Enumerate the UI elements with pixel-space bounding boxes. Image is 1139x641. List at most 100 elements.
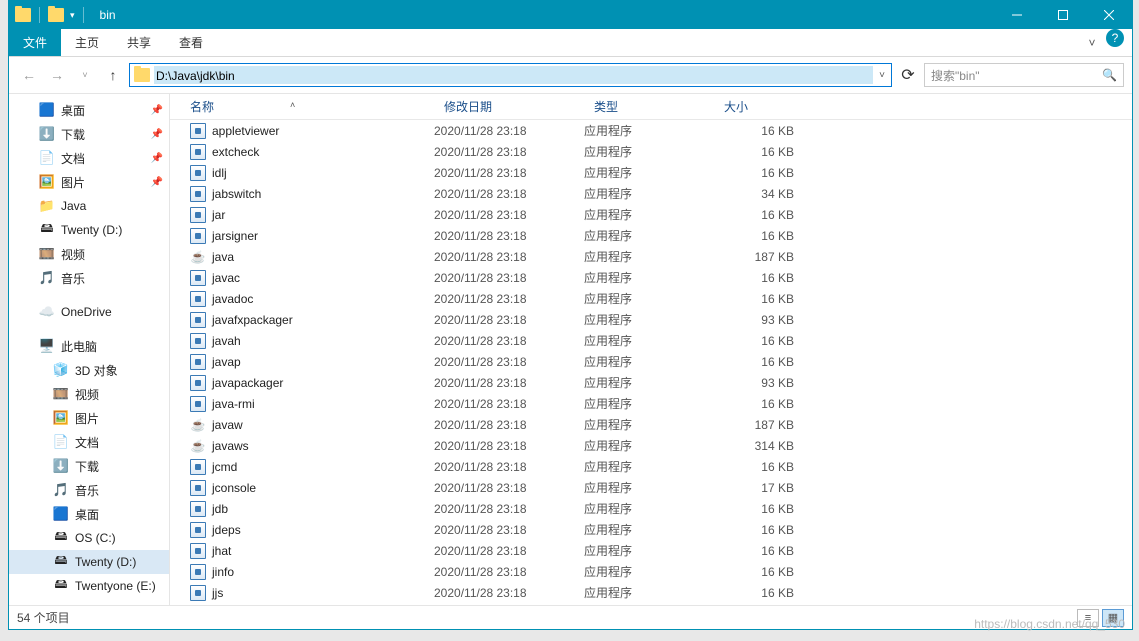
sidebar-item-downloads2[interactable]: ⬇️下载 — [9, 454, 169, 478]
table-row[interactable]: appletviewer2020/11/28 23:18应用程序16 KB — [170, 120, 1132, 141]
file-size: 16 KB — [714, 523, 804, 537]
address-bar[interactable]: D:\Java\jdk\bin ˅ — [129, 63, 892, 87]
file-type: 应用程序 — [584, 311, 714, 328]
col-name[interactable]: 名称˄ — [170, 98, 434, 115]
sidebar-item-documents[interactable]: 📄文档📌 — [9, 146, 169, 170]
navigation-pane[interactable]: 🟦桌面📌⬇️下载📌📄文档📌🖼️图片📌📁Java🖴Twenty (D:)🎞️视频🎵… — [9, 94, 169, 605]
back-button[interactable]: ← — [17, 63, 41, 87]
status-bar: 54 个项目 ≡ ▦ — [9, 605, 1132, 629]
sidebar-item-music2[interactable]: 🎵音乐 — [9, 478, 169, 502]
sidebar-item-twenty-d[interactable]: 🖴Twenty (D:) — [9, 218, 169, 242]
recent-dropdown-icon[interactable]: ˅ — [73, 63, 97, 87]
address-path[interactable]: D:\Java\jdk\bin — [154, 66, 873, 84]
table-row[interactable]: jdeps2020/11/28 23:18应用程序16 KB — [170, 519, 1132, 540]
table-row[interactable]: javapackager2020/11/28 23:18应用程序93 KB — [170, 372, 1132, 393]
col-size[interactable]: 大小 — [714, 98, 804, 115]
sidebar-item-desktop[interactable]: 🟦桌面📌 — [9, 98, 169, 122]
file-size: 34 KB — [714, 187, 804, 201]
sidebar-item-3d[interactable]: 🧊3D 对象 — [9, 358, 169, 382]
table-row[interactable]: javaws2020/11/28 23:18应用程序314 KB — [170, 435, 1132, 456]
table-row[interactable]: javah2020/11/28 23:18应用程序16 KB — [170, 330, 1132, 351]
table-row[interactable]: jconsole2020/11/28 23:18应用程序17 KB — [170, 477, 1132, 498]
col-date[interactable]: 修改日期 — [434, 98, 584, 115]
file-date: 2020/11/28 23:18 — [434, 271, 584, 285]
tab-file[interactable]: 文件 — [9, 29, 61, 56]
sidebar-item-downloads[interactable]: ⬇️下载📌 — [9, 122, 169, 146]
address-dropdown-icon[interactable]: ˅ — [873, 70, 891, 81]
file-size: 314 KB — [714, 439, 804, 453]
maximize-button[interactable] — [1040, 1, 1086, 29]
os-c-icon: 🖴 — [53, 530, 69, 546]
file-type: 应用程序 — [584, 353, 714, 370]
table-row[interactable]: javac2020/11/28 23:18应用程序16 KB — [170, 267, 1132, 288]
tab-home[interactable]: 主页 — [61, 29, 113, 56]
file-type: 应用程序 — [584, 542, 714, 559]
search-input[interactable]: 搜索"bin" 🔍 — [924, 63, 1124, 87]
table-row[interactable]: jinfo2020/11/28 23:18应用程序16 KB — [170, 561, 1132, 582]
sidebar-item-twenty-d2[interactable]: 🖴Twenty (D:) — [9, 550, 169, 574]
up-button[interactable]: ↑ — [101, 63, 125, 87]
table-row[interactable]: jhat2020/11/28 23:18应用程序16 KB — [170, 540, 1132, 561]
sidebar-item-onedrive[interactable]: ☁️OneDrive — [9, 300, 169, 324]
sidebar-item-desktop2[interactable]: 🟦桌面 — [9, 502, 169, 526]
minimize-button[interactable] — [994, 1, 1040, 29]
sidebar-item-java[interactable]: 📁Java — [9, 194, 169, 218]
file-date: 2020/11/28 23:18 — [434, 418, 584, 432]
col-type[interactable]: 类型 — [584, 98, 714, 115]
pin-icon: 📌 — [151, 153, 163, 164]
sidebar-item-os-c[interactable]: 🖴OS (C:) — [9, 526, 169, 550]
sidebar-item-music[interactable]: 🎵 音乐 — [9, 266, 169, 290]
table-row[interactable]: java-rmi2020/11/28 23:18应用程序16 KB — [170, 393, 1132, 414]
table-row[interactable]: idlj2020/11/28 23:18应用程序16 KB — [170, 162, 1132, 183]
table-row[interactable]: jabswitch2020/11/28 23:18应用程序34 KB — [170, 183, 1132, 204]
table-row[interactable]: jcmd2020/11/28 23:18应用程序16 KB — [170, 456, 1132, 477]
table-row[interactable]: jjs2020/11/28 23:18应用程序16 KB — [170, 582, 1132, 603]
file-name: jdb — [212, 502, 228, 516]
file-pane: 名称˄ 修改日期 类型 大小 appletviewer2020/11/28 23… — [170, 94, 1132, 605]
file-type: 应用程序 — [584, 227, 714, 244]
file-name: jhat — [212, 544, 231, 558]
tab-view[interactable]: 查看 — [165, 29, 217, 56]
app-icon — [190, 501, 206, 517]
table-row[interactable]: extcheck2020/11/28 23:18应用程序16 KB — [170, 141, 1132, 162]
sidebar-item-twentyone-e[interactable]: 🖴Twentyone (E:) — [9, 574, 169, 598]
desktop-icon: 🟦 — [39, 102, 55, 118]
tab-share[interactable]: 共享 — [113, 29, 165, 56]
forward-button[interactable]: → — [45, 63, 69, 87]
file-type: 应用程序 — [584, 416, 714, 433]
sidebar-item-videos[interactable]: 🎞️视频 — [9, 242, 169, 266]
sidebar-item-label: 图片 — [75, 410, 99, 427]
qat-overflow-icon[interactable]: ▾ — [70, 10, 75, 21]
music-icon: 🎵 — [39, 270, 55, 286]
table-row[interactable]: javaw2020/11/28 23:18应用程序187 KB — [170, 414, 1132, 435]
view-details-button[interactable]: ≡ — [1077, 609, 1099, 627]
sidebar-item-videos2[interactable]: 🎞️视频 — [9, 382, 169, 406]
sidebar-item-documents2[interactable]: 📄文档 — [9, 430, 169, 454]
file-size: 16 KB — [714, 460, 804, 474]
file-size: 16 KB — [714, 586, 804, 600]
refresh-button[interactable]: ⟳ — [896, 63, 920, 87]
table-row[interactable]: javafxpackager2020/11/28 23:18应用程序93 KB — [170, 309, 1132, 330]
file-date: 2020/11/28 23:18 — [434, 292, 584, 306]
sidebar-item-thispc[interactable]: 🖥️此电脑 — [9, 334, 169, 358]
table-row[interactable]: jarsigner2020/11/28 23:18应用程序16 KB — [170, 225, 1132, 246]
table-row[interactable]: javadoc2020/11/28 23:18应用程序16 KB — [170, 288, 1132, 309]
sidebar-item-label: 下载 — [61, 126, 85, 143]
file-name: appletviewer — [212, 124, 279, 138]
help-icon[interactable]: ? — [1106, 29, 1124, 47]
close-button[interactable] — [1086, 1, 1132, 29]
sidebar-item-pictures2[interactable]: 🖼️图片 — [9, 406, 169, 430]
file-name: javaws — [212, 439, 249, 453]
view-icons-button[interactable]: ▦ — [1102, 609, 1124, 627]
sidebar-item-label: 音乐 — [61, 270, 85, 287]
sidebar-item-pictures[interactable]: 🖼️图片📌 — [9, 170, 169, 194]
file-list[interactable]: appletviewer2020/11/28 23:18应用程序16 KBext… — [170, 120, 1132, 605]
file-date: 2020/11/28 23:18 — [434, 355, 584, 369]
table-row[interactable]: jar2020/11/28 23:18应用程序16 KB — [170, 204, 1132, 225]
table-row[interactable]: javap2020/11/28 23:18应用程序16 KB — [170, 351, 1132, 372]
file-name: jcmd — [212, 460, 237, 474]
table-row[interactable]: java2020/11/28 23:18应用程序187 KB — [170, 246, 1132, 267]
ribbon-collapse-icon[interactable]: ˅ — [1078, 29, 1106, 56]
table-row[interactable]: jdb2020/11/28 23:18应用程序16 KB — [170, 498, 1132, 519]
file-size: 16 KB — [714, 229, 804, 243]
